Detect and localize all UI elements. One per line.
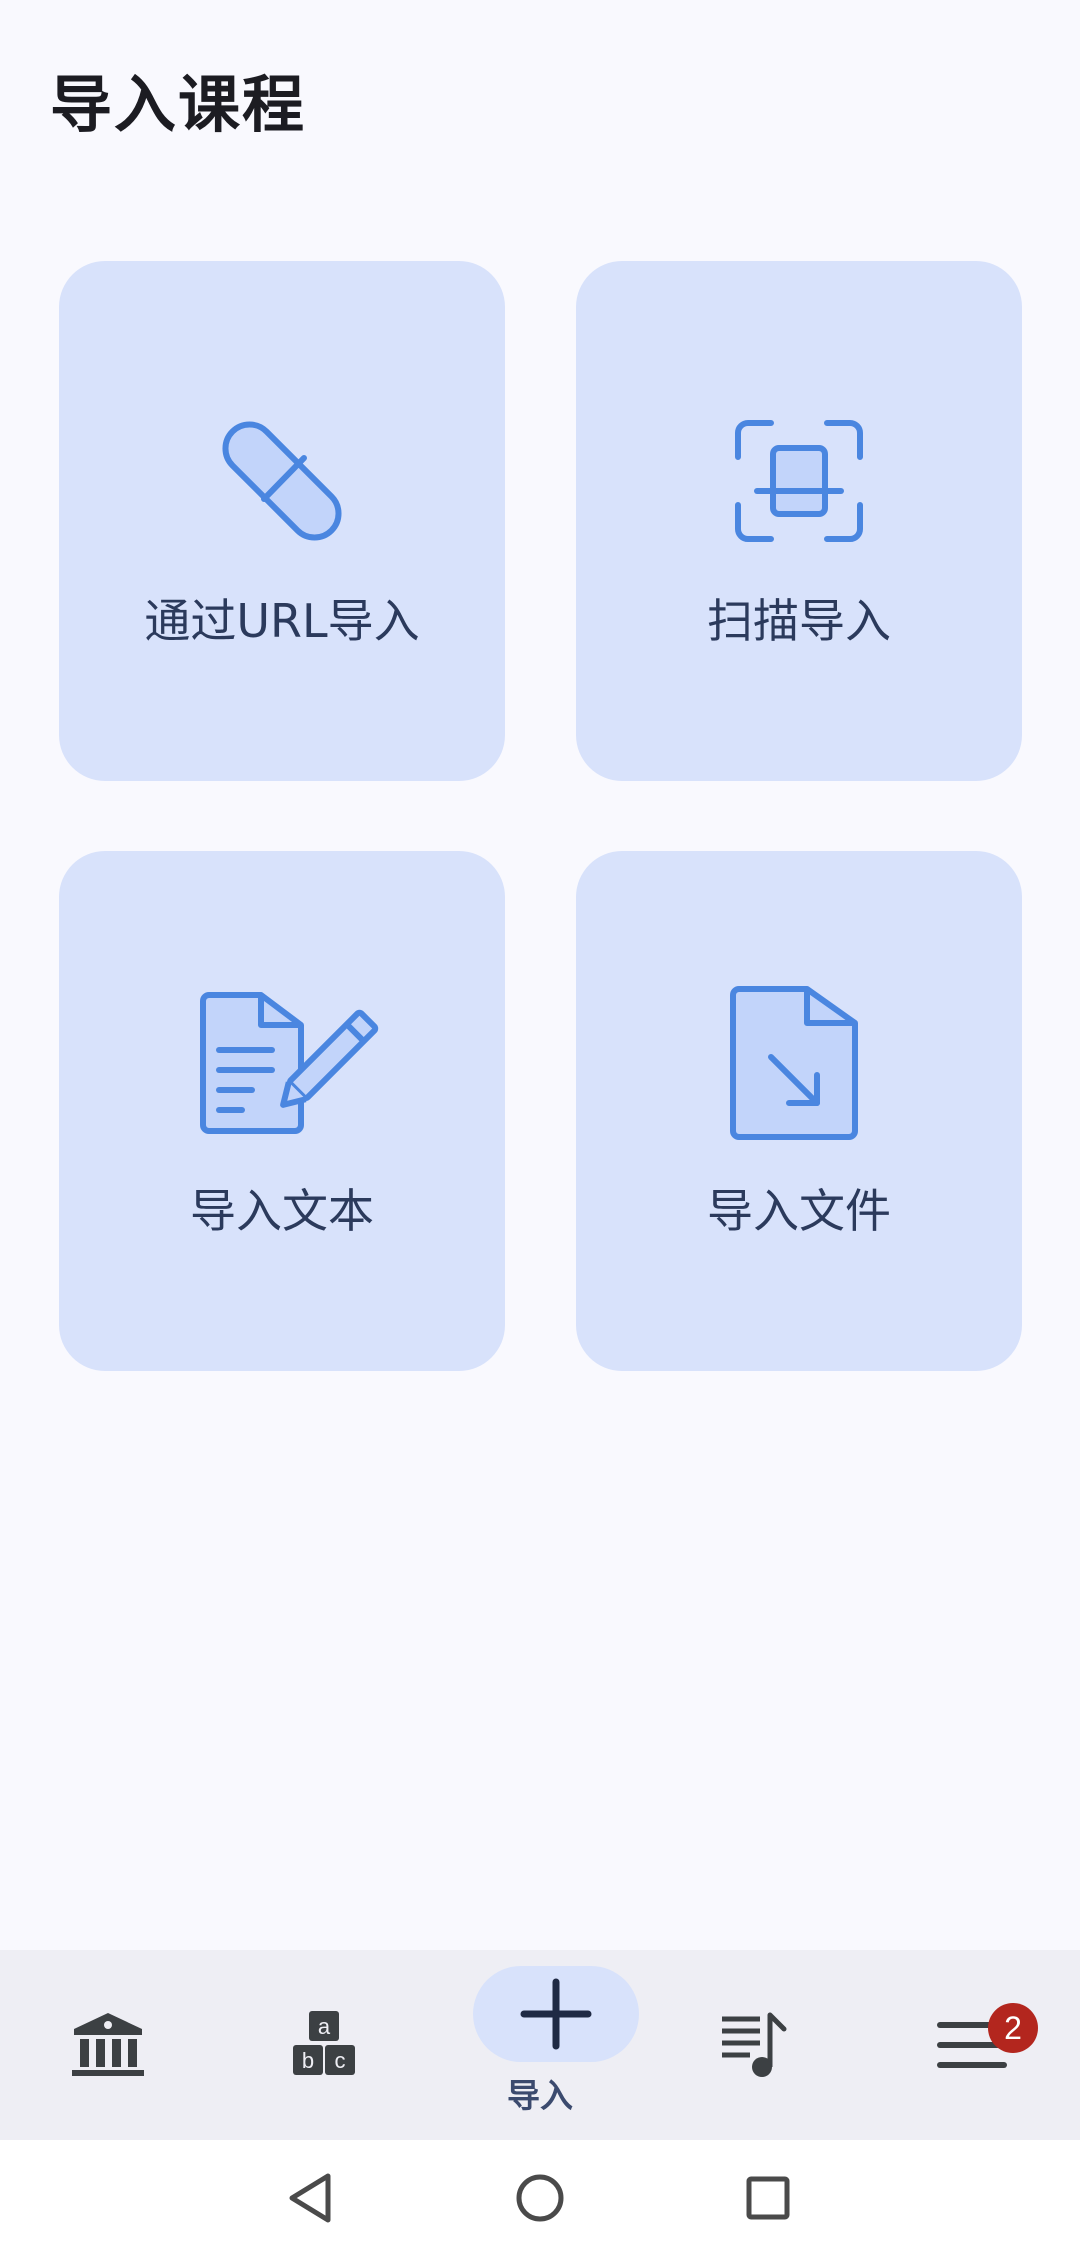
import-text-label: 导入文本 <box>190 1184 374 1238</box>
nav-item-vocabulary[interactable]: a b c <box>216 1950 432 2140</box>
scan-import-label: 扫描导入 <box>707 594 891 648</box>
nav-item-library[interactable] <box>0 1950 216 2140</box>
import-course-screen: 导入课程 通过URL导入 扫描导入 导入文本 导入文件 a b c 导入 2 <box>0 0 1080 2256</box>
home-icon[interactable] <box>500 2158 580 2238</box>
recents-icon[interactable] <box>728 2158 808 2238</box>
import-file-label: 导入文件 <box>707 1184 891 1238</box>
back-icon[interactable] <box>270 2158 350 2238</box>
abc-blocks-icon: a b c <box>284 2005 364 2085</box>
scan-import-card[interactable]: 扫描导入 <box>576 261 1022 781</box>
import-text-card[interactable]: 导入文本 <box>59 851 505 1371</box>
nav-item-import[interactable]: 导入 <box>432 1950 648 2140</box>
bottom-navigation-bar: a b c 导入 2 <box>0 1950 1080 2140</box>
edit-document-icon <box>182 971 382 1171</box>
svg-text:c: c <box>335 2048 346 2073</box>
svg-text:a: a <box>318 2014 331 2039</box>
file-import-icon <box>699 971 899 1171</box>
paperclip-icon <box>182 381 382 581</box>
nav-item-playlist[interactable] <box>648 1950 864 2140</box>
page-title: 导入课程 <box>50 68 307 141</box>
nav-item-import-label: 导入 <box>507 2076 573 2115</box>
svg-text:b: b <box>302 2048 314 2073</box>
import-by-url-label: 通过URL导入 <box>144 594 420 648</box>
notification-badge: 2 <box>988 2003 1038 2053</box>
playlist-music-icon <box>716 2005 796 2085</box>
import-file-card[interactable]: 导入文件 <box>576 851 1022 1371</box>
nav-item-menu[interactable]: 2 <box>864 1950 1080 2140</box>
library-icon <box>68 2005 148 2085</box>
plus-icon <box>516 1974 596 2054</box>
scan-icon <box>699 381 899 581</box>
import-by-url-card[interactable]: 通过URL导入 <box>59 261 505 781</box>
system-navigation-bar <box>0 2140 1080 2256</box>
